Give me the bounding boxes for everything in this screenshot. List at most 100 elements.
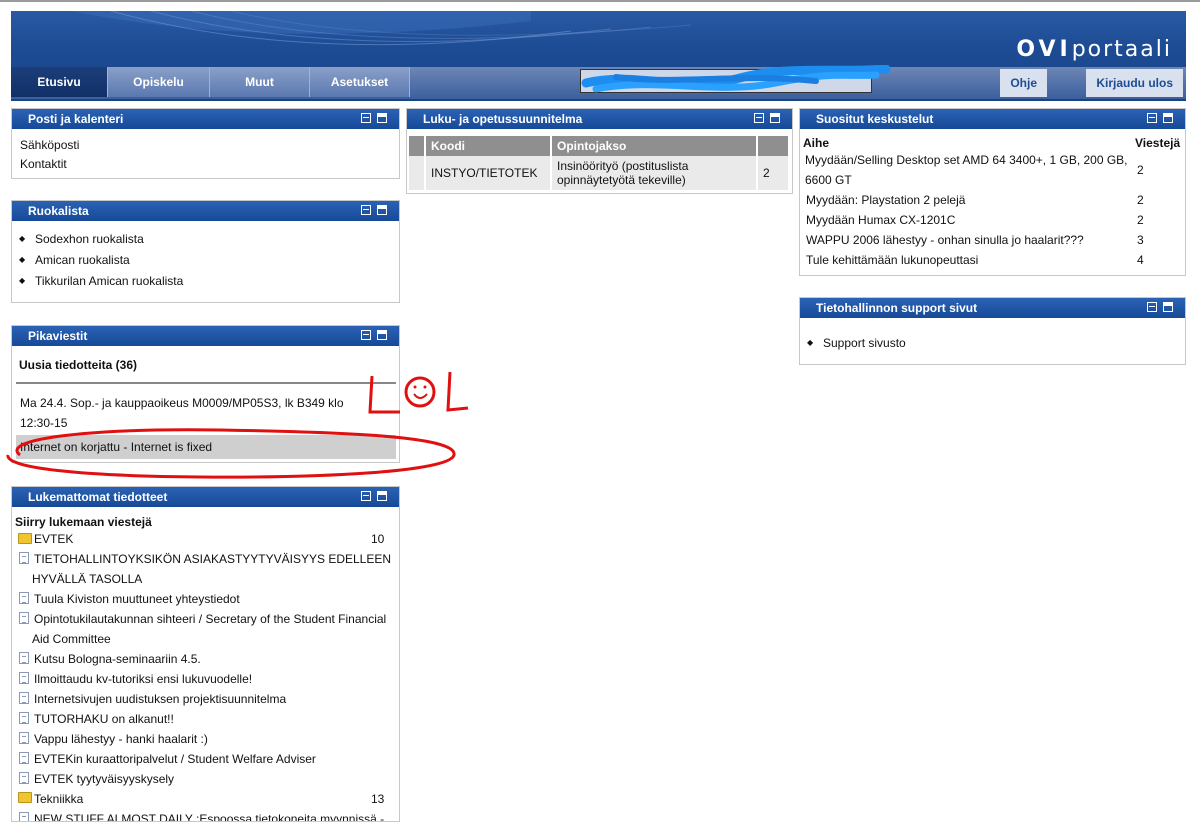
folder-evtek[interactable]: EVTEK — [34, 532, 73, 546]
minimize-icon[interactable] — [361, 113, 371, 123]
banner-swoosh-decoration — [71, 11, 692, 46]
maximize-icon[interactable] — [377, 491, 387, 501]
list-item[interactable]: Vappu lähestyy - hanki haalarit :) — [34, 732, 208, 746]
curriculum-table: Koodi Opintojakso INSTYO/TIETOTEK Insinö… — [409, 136, 790, 190]
discussion-link-cont[interactable]: 6600 GT — [805, 173, 852, 187]
panel-header: Tietohallinnon support sivut — [800, 298, 1185, 318]
logout-button[interactable]: Kirjaudu ulos — [1086, 69, 1183, 97]
discussion-link[interactable]: Myydään/Selling Desktop set AMD 64 3400+… — [805, 153, 1128, 167]
panel-support: Tietohallinnon support sivut Support siv… — [799, 297, 1186, 365]
col-aihe: Aihe — [803, 136, 830, 150]
minimize-icon[interactable] — [1147, 302, 1157, 312]
header-banner: OVIportaali Etusivu Opiskelu Muut Asetuk… — [11, 11, 1186, 101]
cell-count: 2 — [757, 156, 790, 190]
tab-muut[interactable]: Muut — [210, 67, 310, 97]
table-row[interactable]: INSTYO/TIETOTEK Insinöörityö (postitusli… — [409, 156, 790, 190]
lukemattomat-subtitle[interactable]: Siirry lukemaan viestejä — [15, 515, 152, 529]
folder-count: 13 — [371, 792, 385, 806]
list-item[interactable]: EVTEK tyytyväisyyskysely — [34, 772, 174, 786]
panel-ruokalista: Ruokalista Sodexhon ruokalista Amican ru… — [11, 200, 400, 303]
document-icon — [19, 672, 29, 684]
panel-luku: Luku- ja opetussuunnitelma Koodi Opintoj… — [406, 108, 793, 194]
col-count — [757, 136, 790, 156]
col-viesteja: Viestejä — [1135, 136, 1181, 150]
folder-icon — [18, 792, 32, 803]
panel-header: Posti ja kalenteri — [12, 109, 399, 129]
minimize-icon[interactable] — [1147, 113, 1157, 123]
folder-count: 10 — [371, 532, 385, 546]
folder-tekniikka[interactable]: Tekniikka — [34, 792, 83, 806]
document-icon — [19, 712, 29, 724]
discussion-count: 2 — [1137, 213, 1144, 227]
col-koodi: Koodi — [425, 136, 552, 156]
panel-posti: Posti ja kalenteri Sähköposti Kontaktit — [11, 108, 400, 179]
panel-header: Luku- ja opetussuunnitelma — [407, 109, 792, 129]
discussion-link[interactable]: Myydään Humax CX-1201C — [806, 213, 955, 227]
tab-asetukset[interactable]: Asetukset — [310, 67, 410, 97]
discussion-count: 4 — [1137, 253, 1144, 267]
maximize-icon[interactable] — [377, 113, 387, 123]
discussion-count: 2 — [1137, 193, 1144, 207]
document-icon — [19, 612, 29, 624]
list-item[interactable]: TIETOHALLINTOYKSIKÖN ASIAKASTYYTYVÄISYYS… — [34, 552, 391, 566]
list-item[interactable]: Tuula Kiviston muuttuneet yhteystiedot — [34, 592, 240, 606]
main-nav: Etusivu Opiskelu Muut Asetukset Ohje Kir… — [11, 65, 1186, 99]
list-item[interactable]: Opintotukilautakunnan sihteeri / Secreta… — [34, 612, 386, 626]
help-button[interactable]: Ohje — [1000, 69, 1047, 97]
maximize-icon[interactable] — [770, 113, 780, 123]
panel-header: Ruokalista — [12, 201, 399, 221]
cell-spacer — [409, 156, 426, 190]
list-item[interactable]: EVTEKin kuraattoripalvelut / Student Wel… — [34, 752, 316, 766]
minimize-icon[interactable] — [361, 330, 371, 340]
list-item[interactable]: Ilmoittaudu kv-tutoriksi ensi lukuvuodel… — [34, 672, 252, 686]
panel-header: Suositut keskustelut — [800, 109, 1185, 129]
link-sodexho[interactable]: Sodexhon ruokalista — [19, 232, 144, 246]
document-icon — [19, 752, 29, 764]
discussion-count: 3 — [1137, 233, 1144, 247]
maximize-icon[interactable] — [377, 330, 387, 340]
discussion-count: 2 — [1137, 163, 1144, 177]
discussion-link[interactable]: Tule kehittämään lukunopeuttasi — [806, 253, 978, 267]
list-item[interactable]: Internetsivujen uudistuksen projektisuun… — [34, 692, 286, 706]
minimize-icon[interactable] — [361, 205, 371, 215]
cell-koodi: INSTYO/TIETOTEK — [425, 156, 552, 190]
list-item-cont[interactable]: HYVÄLLÄ TASOLLA — [32, 572, 142, 586]
list-item[interactable]: TUTORHAKU on alkanut!! — [34, 712, 174, 726]
panel-lukemattomat: Lukemattomat tiedotteet Siirry lukemaan … — [11, 486, 400, 822]
redaction-scribble — [581, 65, 891, 93]
link-amica[interactable]: Amican ruokalista — [19, 253, 130, 267]
folder-icon — [18, 533, 32, 544]
document-icon — [19, 772, 29, 784]
list-item[interactable]: NEW STUFF ALMOST DAILY :Espoossa tietoko… — [34, 812, 384, 821]
panel-suositut: Suositut keskustelut Aihe Viestejä Myydä… — [799, 108, 1186, 276]
panel-header: Pikaviestit — [12, 326, 399, 346]
cell-opintojakso: Insinöörityö (postituslista opinnäytetyöt… — [551, 156, 758, 190]
tab-etusivu[interactable]: Etusivu — [11, 67, 108, 97]
link-sahkoposti[interactable]: Sähköposti — [20, 138, 79, 152]
top-border — [0, 0, 1200, 2]
maximize-icon[interactable] — [1163, 302, 1173, 312]
maximize-icon[interactable] — [377, 205, 387, 215]
document-icon — [19, 732, 29, 744]
document-icon — [19, 812, 29, 821]
tab-opiskelu[interactable]: Opiskelu — [108, 67, 210, 97]
panel-header: Lukemattomat tiedotteet — [12, 487, 399, 507]
minimize-icon[interactable] — [361, 491, 371, 501]
col-spacer — [409, 136, 426, 156]
col-opintojakso: Opintojakso — [551, 136, 758, 156]
red-annotation-overlay — [6, 371, 469, 479]
minimize-icon[interactable] — [754, 113, 764, 123]
discussion-link[interactable]: Myydään: Playstation 2 pelejä — [806, 193, 965, 207]
list-item[interactable]: Kutsu Bologna-seminaariin 4.5. — [34, 652, 201, 666]
document-icon — [19, 592, 29, 604]
document-icon — [19, 652, 29, 664]
link-tikkurila-amica[interactable]: Tikkurilan Amican ruokalista — [19, 274, 183, 288]
discussion-link[interactable]: WAPPU 2006 lähestyy - onhan sinulla jo h… — [806, 233, 1084, 247]
document-icon — [19, 552, 29, 564]
oviportaali-logo[interactable]: OVIportaali — [1016, 37, 1172, 62]
maximize-icon[interactable] — [1163, 113, 1173, 123]
link-kontaktit[interactable]: Kontaktit — [20, 157, 67, 171]
document-icon — [19, 692, 29, 704]
list-item-cont[interactable]: Aid Committee — [32, 632, 111, 646]
link-support-sivusto[interactable]: Support sivusto — [807, 336, 906, 350]
